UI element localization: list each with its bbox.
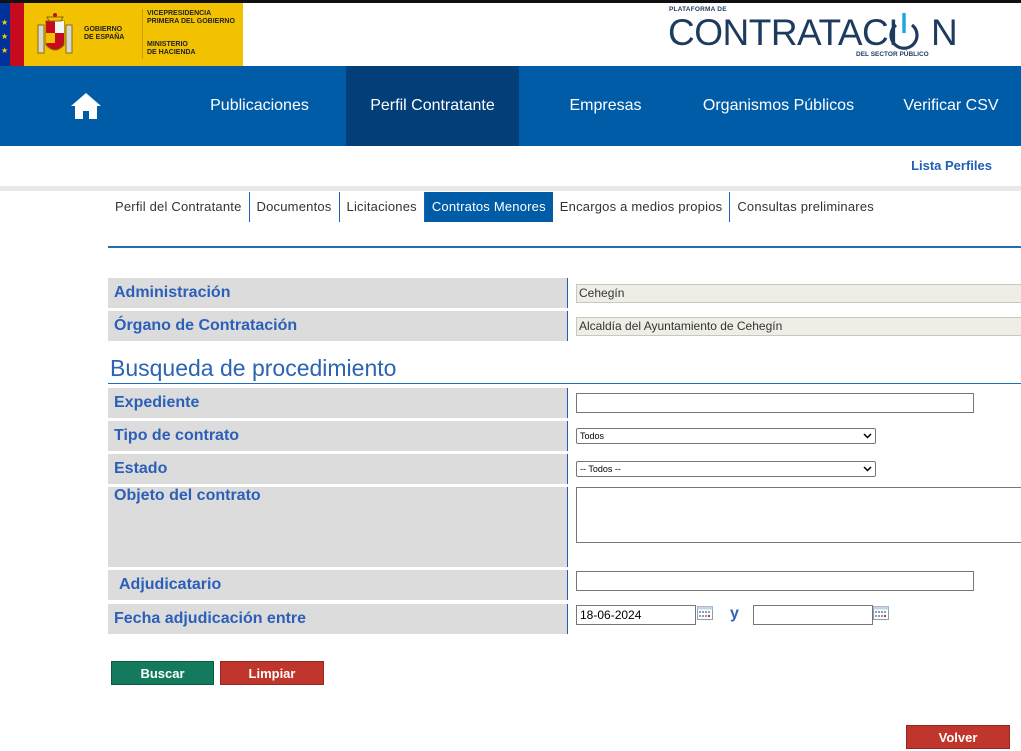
tipo-contrato-label: Tipo de contrato (108, 421, 567, 451)
nav-publicaciones[interactable]: Publicaciones (173, 66, 346, 146)
vicepresidencia-text: VICEPRESIDENCIA PRIMERA DEL GOBIERNO (147, 10, 235, 25)
tabs-divider (108, 246, 1021, 248)
nav-verificar-csv[interactable]: Verificar CSV (881, 66, 1021, 146)
objeto-contrato-textarea[interactable] (576, 487, 1021, 543)
main-nav: Publicaciones Perfil Contratante Empresa… (0, 66, 1021, 146)
lista-perfiles-link[interactable]: Lista Perfiles (911, 158, 992, 173)
fecha-adjudicacion-label: Fecha adjudicación entre (108, 604, 567, 634)
tab-licitaciones[interactable]: Licitaciones (340, 192, 425, 222)
administracion-value: Cehegín (576, 284, 1021, 303)
coat-of-arms-icon (37, 13, 73, 54)
separator-band (0, 186, 1021, 191)
adjudicatario-input[interactable] (576, 571, 974, 591)
spain-flag-strip (10, 3, 24, 66)
fecha-y-separator: y (730, 605, 739, 622)
row-divider (567, 278, 568, 308)
calendar-icon[interactable] (873, 606, 889, 620)
row-divider (567, 421, 568, 451)
fecha-hasta-input[interactable] (753, 605, 873, 625)
nav-empresas[interactable]: Empresas (519, 66, 692, 146)
tab-encargos-medios-propios[interactable]: Encargos a medios propios (553, 192, 731, 222)
row-divider (567, 487, 568, 567)
gobierno-logo[interactable]: ★ ★ ★ GOBIERNO DE ESPAÑA VICEPRESIDENCIA… (0, 3, 243, 66)
row-divider (567, 454, 568, 484)
expediente-label: Expediente (108, 388, 567, 418)
section-title: Busqueda de procedimiento (110, 355, 397, 381)
buscar-button[interactable]: Buscar (111, 661, 214, 685)
volver-button[interactable]: Volver (906, 725, 1010, 749)
adjudicatario-label: Adjudicatario (108, 570, 567, 600)
ministerio-text: MINISTERIO DE HACIENDA (147, 41, 196, 56)
estado-select[interactable]: -- Todos -- (576, 461, 876, 477)
tab-consultas-preliminares[interactable]: Consultas preliminares (730, 192, 881, 222)
eu-flag: ★ ★ ★ (0, 3, 10, 66)
tab-perfil-del-contratante[interactable]: Perfil del Contratante (108, 192, 250, 222)
nav-perfil-contratante[interactable]: Perfil Contratante (346, 66, 519, 146)
tipo-contrato-select[interactable]: Todos (576, 428, 876, 444)
profile-tabs: Perfil del Contratante Documentos Licita… (108, 192, 881, 222)
gobierno-text: GOBIERNO DE ESPAÑA (84, 26, 125, 41)
power-icon (889, 13, 919, 50)
tab-contratos-menores[interactable]: Contratos Menores (424, 192, 553, 222)
organo-contratacion-label: Órgano de Contratación (108, 311, 567, 341)
row-divider (567, 604, 568, 634)
estado-label: Estado (108, 454, 567, 484)
objeto-contrato-label: Objeto del contrato (108, 487, 567, 567)
home-icon[interactable] (70, 92, 102, 120)
administracion-label: Administración (108, 278, 567, 308)
chevron-down-icon (863, 433, 872, 439)
calendar-icon[interactable] (697, 606, 713, 620)
organo-contratacion-value: Alcaldía del Ayuntamiento de Cehegín (576, 317, 1021, 336)
expediente-input[interactable] (576, 393, 974, 413)
nav-organismos-publicos[interactable]: Organismos Públicos (692, 66, 865, 146)
section-divider (108, 383, 1021, 384)
row-divider (567, 388, 568, 418)
row-divider (567, 311, 568, 341)
limpiar-button[interactable]: Limpiar (220, 661, 324, 685)
plataforma-contratacion-logo[interactable]: PLATAFORMA DE CONTRATACI N DEL SECTOR PÚB… (668, 6, 958, 62)
logo-divider (142, 9, 143, 59)
row-divider (567, 570, 568, 600)
fecha-desde-input[interactable] (576, 605, 696, 625)
tab-documentos[interactable]: Documentos (250, 192, 340, 222)
chevron-down-icon (863, 466, 872, 472)
